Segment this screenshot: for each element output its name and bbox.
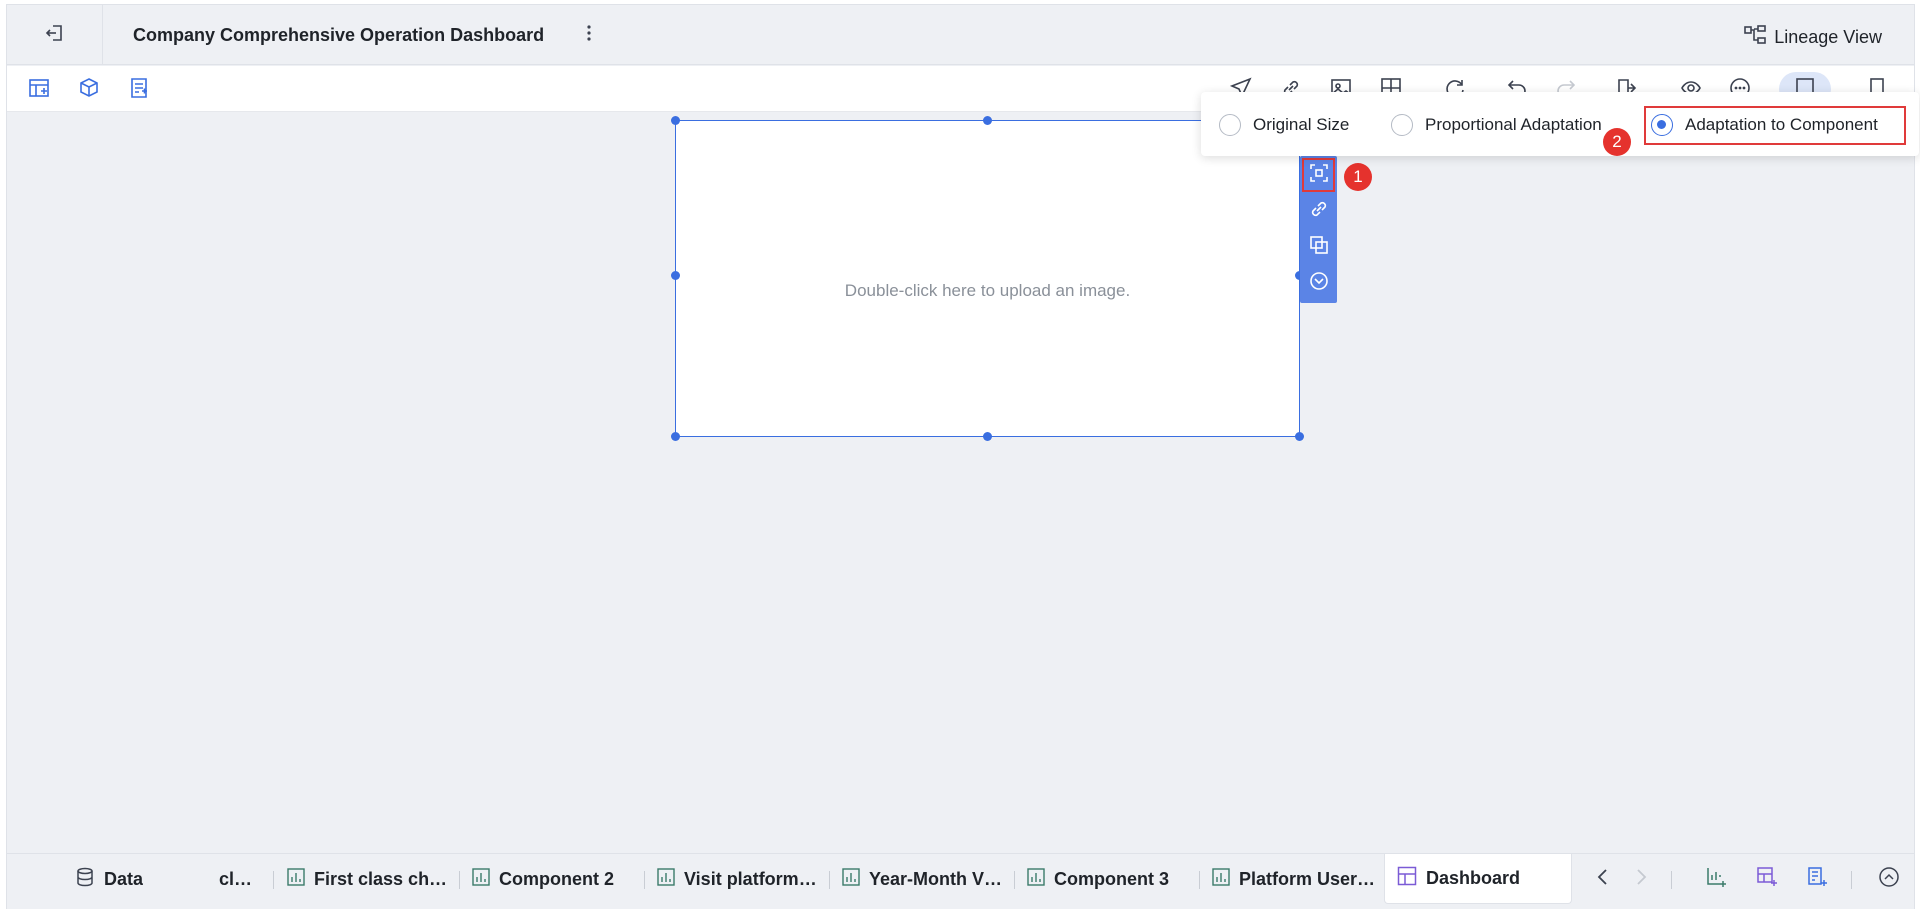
lineage-icon	[1744, 25, 1767, 50]
add-report-icon	[128, 77, 150, 104]
tab-separator	[273, 871, 274, 889]
tab-separator	[1851, 871, 1852, 889]
image-fit-button[interactable]	[1302, 158, 1335, 192]
copy-icon	[1309, 235, 1329, 260]
tab-separator	[829, 871, 830, 889]
add-report-tab-button[interactable]	[1805, 866, 1829, 893]
tab-item[interactable]: Year-Month V…	[842, 854, 1012, 904]
add-dashboard-icon	[1756, 866, 1778, 893]
add-component-icon	[28, 77, 50, 104]
tab-label: Platform User…	[1239, 868, 1376, 889]
resize-handle[interactable]	[983, 432, 992, 441]
component-more-button[interactable]	[1302, 266, 1335, 300]
fit-icon	[1309, 163, 1329, 188]
chart-icon	[287, 867, 305, 891]
chevron-right-icon	[1634, 868, 1648, 891]
add-component-button[interactable]	[27, 78, 51, 102]
lineage-label: Lineage View	[1774, 27, 1882, 47]
tab-scroll-right-button[interactable]	[1629, 867, 1653, 891]
tab-separator	[1199, 871, 1200, 889]
add-dataset-icon	[78, 77, 100, 104]
add-dashboard-tab-button[interactable]	[1755, 866, 1779, 893]
database-icon	[75, 867, 95, 892]
upload-hint[interactable]: Double-click here to upload an image.	[676, 121, 1299, 436]
tab-dashboard[interactable]: Dashboard	[1384, 854, 1572, 904]
app-window: Company Comprehensive Operation Dashboar…	[6, 4, 1919, 909]
exit-icon	[44, 22, 66, 49]
chart-icon	[1212, 867, 1230, 891]
bottom-tab-bar: Data cl… First class ch… Component 2 Vis…	[7, 853, 1914, 909]
selection-highlight	[1644, 106, 1906, 145]
option-label: Original Size	[1253, 115, 1350, 134]
tab-label: Component 3	[1054, 868, 1169, 889]
resize-handle[interactable]	[671, 432, 680, 441]
add-report-icon	[1806, 866, 1828, 893]
tab-item[interactable]: Visit platform…	[657, 854, 827, 904]
resize-handle[interactable]	[671, 116, 680, 125]
tab-separator	[459, 871, 460, 889]
chevron-up-circle-icon	[1878, 866, 1900, 893]
tab-separator	[644, 871, 645, 889]
add-dataset-button[interactable]	[77, 77, 101, 104]
callout-badge-2: 2	[1603, 128, 1631, 156]
component-tool-strip	[1300, 156, 1337, 303]
chevron-left-icon	[1596, 868, 1610, 891]
dashboard-icon	[1397, 866, 1417, 891]
exit-button[interactable]	[7, 5, 103, 65]
chart-icon	[472, 867, 490, 891]
title-bar: Company Comprehensive Operation Dashboar…	[7, 5, 1914, 65]
vertical-dots-icon	[587, 24, 591, 46]
callout-badge-1: 1	[1344, 163, 1372, 191]
component-link-button[interactable]	[1302, 194, 1335, 228]
tab-item[interactable]: First class ch…	[287, 854, 457, 904]
tab-label: Component 2	[499, 868, 614, 889]
chevron-down-circle-icon	[1309, 271, 1329, 296]
tab-item[interactable]: cl…	[219, 854, 252, 904]
tab-label: cl…	[219, 868, 253, 889]
tab-item[interactable]: Component 2	[472, 854, 642, 904]
chart-icon	[842, 867, 860, 891]
page-title: Company Comprehensive Operation Dashboar…	[133, 25, 545, 45]
resize-handle[interactable]	[1295, 432, 1304, 441]
component-copy-button[interactable]	[1302, 230, 1335, 264]
option-original-size[interactable]: Original Size	[1219, 114, 1349, 136]
tab-label: First class ch…	[314, 868, 448, 889]
add-chart-icon	[1706, 866, 1728, 893]
chart-icon	[1027, 867, 1045, 891]
link-icon	[1309, 199, 1329, 224]
image-component[interactable]: Double-click here to upload an image.	[671, 116, 1304, 441]
option-proportional-adaptation[interactable]: Proportional Adaptation	[1391, 114, 1602, 136]
tab-label: Dashboard	[1426, 868, 1521, 888]
lineage-view-button[interactable]: Lineage View	[1744, 25, 1882, 50]
tab-label: Visit platform…	[684, 868, 817, 889]
resize-handle[interactable]	[671, 271, 680, 280]
tab-scroll-left-button[interactable]	[1591, 867, 1615, 891]
chart-icon	[657, 867, 675, 891]
tab-separator	[1671, 871, 1672, 889]
collapse-tabs-button[interactable]	[1877, 866, 1901, 893]
tab-data[interactable]: Data	[75, 854, 143, 904]
add-chart-tab-button[interactable]	[1705, 867, 1729, 891]
title-more-button[interactable]	[579, 23, 599, 47]
tab-label: Data	[104, 868, 144, 889]
tab-separator	[1014, 871, 1015, 889]
radio-icon	[1391, 114, 1413, 136]
tab-label: Year-Month V…	[869, 868, 1003, 889]
option-label: Proportional Adaptation	[1425, 115, 1602, 134]
resize-handle[interactable]	[983, 116, 992, 125]
add-report-button[interactable]	[127, 77, 151, 104]
radio-icon	[1219, 114, 1241, 136]
tab-item[interactable]: Component 3	[1027, 854, 1197, 904]
tab-item[interactable]: Platform User…	[1212, 854, 1382, 904]
